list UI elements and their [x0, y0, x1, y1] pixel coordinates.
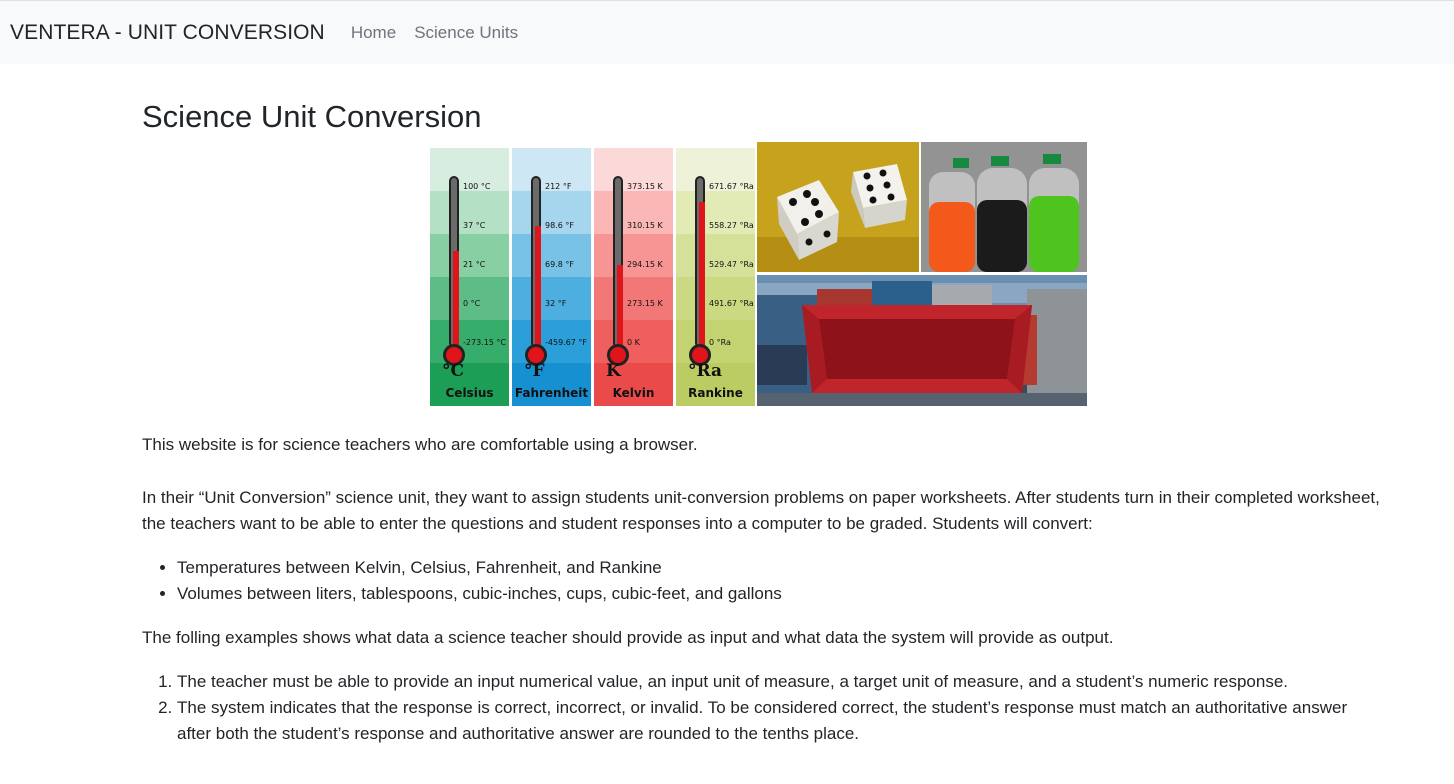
navbar: VENTERA - UNIT CONVERSION Home Science U…: [0, 0, 1454, 64]
thermometer-rankine: 671.67 °Ra 558.27 °Ra 529.47 °Ra 491.67 °Ra…: [676, 148, 755, 406]
thermometer-fahrenheit: 212 °F 98.6 °F 69.8 °F 32 °F -459.67 °F °F Fah…: [512, 148, 591, 406]
unit-symbol: °Ra: [688, 361, 723, 381]
tick-label: 212 °F: [545, 182, 572, 191]
bottles-photo: [921, 142, 1087, 272]
thermometer-celsius: 100 °C 37 °C 21 °C 0 °C -273.15 °C °C Celsius: [430, 148, 509, 406]
tick-label: -273.15 °C: [463, 338, 507, 347]
navbar-brand[interactable]: VENTERA - UNIT CONVERSION: [10, 21, 325, 45]
unit-symbol: °F: [524, 361, 545, 381]
tick-label: 100 °C: [463, 182, 491, 191]
list-item: Volumes between liters, tablespoons, cub…: [177, 581, 1382, 607]
dice-photo: [757, 142, 919, 272]
list-item: Temperatures between Kelvin, Celsius, Fa…: [177, 555, 1382, 581]
content: This website is for science teachers who…: [142, 432, 1382, 747]
unit-symbol: °C: [442, 361, 465, 381]
tick-label: 273.15 K: [627, 299, 663, 308]
tick-label: 558.27 °Ra: [709, 221, 754, 230]
main-container: Science Unit Conversion 100 °C 37 °C 21 °C…: [142, 64, 1382, 406]
page-title: Science Unit Conversion: [142, 99, 482, 134]
tick-label: 37 °C: [463, 221, 486, 230]
tick-label: 69.8 °F: [545, 260, 574, 269]
tick-label: 0 K: [627, 338, 640, 347]
steps-list: The teacher must be able to provide an i…: [177, 669, 1382, 747]
nav-link-home[interactable]: Home: [351, 23, 396, 43]
unit-symbol: K: [606, 361, 621, 381]
unit-name: Celsius: [445, 386, 494, 400]
thermometer-kelvin: 373.15 K 310.15 K 294.15 K 273.15 K 0 K K Kelv…: [594, 148, 673, 406]
unit-name: Kelvin: [612, 386, 655, 400]
list-item: The system indicates that the response i…: [177, 695, 1382, 747]
tick-label: 671.67 °Ra: [709, 182, 754, 191]
tick-label: 21 °C: [463, 260, 486, 269]
list-item: The teacher must be able to provide an i…: [177, 669, 1382, 695]
nav-link-science-units[interactable]: Science Units: [414, 23, 518, 43]
tick-label: 98.6 °F: [545, 221, 574, 230]
tick-label: 294.15 K: [627, 260, 663, 269]
examples-paragraph: The folling examples shows what data a s…: [142, 628, 1114, 647]
conversion-list: Temperatures between Kelvin, Celsius, Fa…: [177, 555, 1382, 607]
tick-label: 310.15 K: [627, 221, 663, 230]
tick-label: 0 °Ra: [709, 338, 731, 347]
tick-label: 491.67 °Ra: [709, 299, 754, 308]
hero-image: 100 °C 37 °C 21 °C 0 °C -273.15 °C °C Celsius 2…: [430, 142, 1087, 406]
tick-label: 373.15 K: [627, 182, 663, 191]
tick-label: -459.67 °F: [545, 338, 588, 347]
unit-name: Rankine: [688, 386, 743, 400]
container-photo: [757, 275, 1087, 406]
tick-label: 529.47 °Ra: [709, 260, 754, 269]
unit-name: Fahrenheit: [514, 386, 589, 400]
tick-label: 0 °C: [463, 299, 481, 308]
intro-paragraph: This website is for science teachers who…: [142, 435, 698, 454]
tick-label: 32 °F: [545, 299, 567, 308]
description-paragraph: In their “Unit Conversion” science unit,…: [142, 488, 1380, 533]
